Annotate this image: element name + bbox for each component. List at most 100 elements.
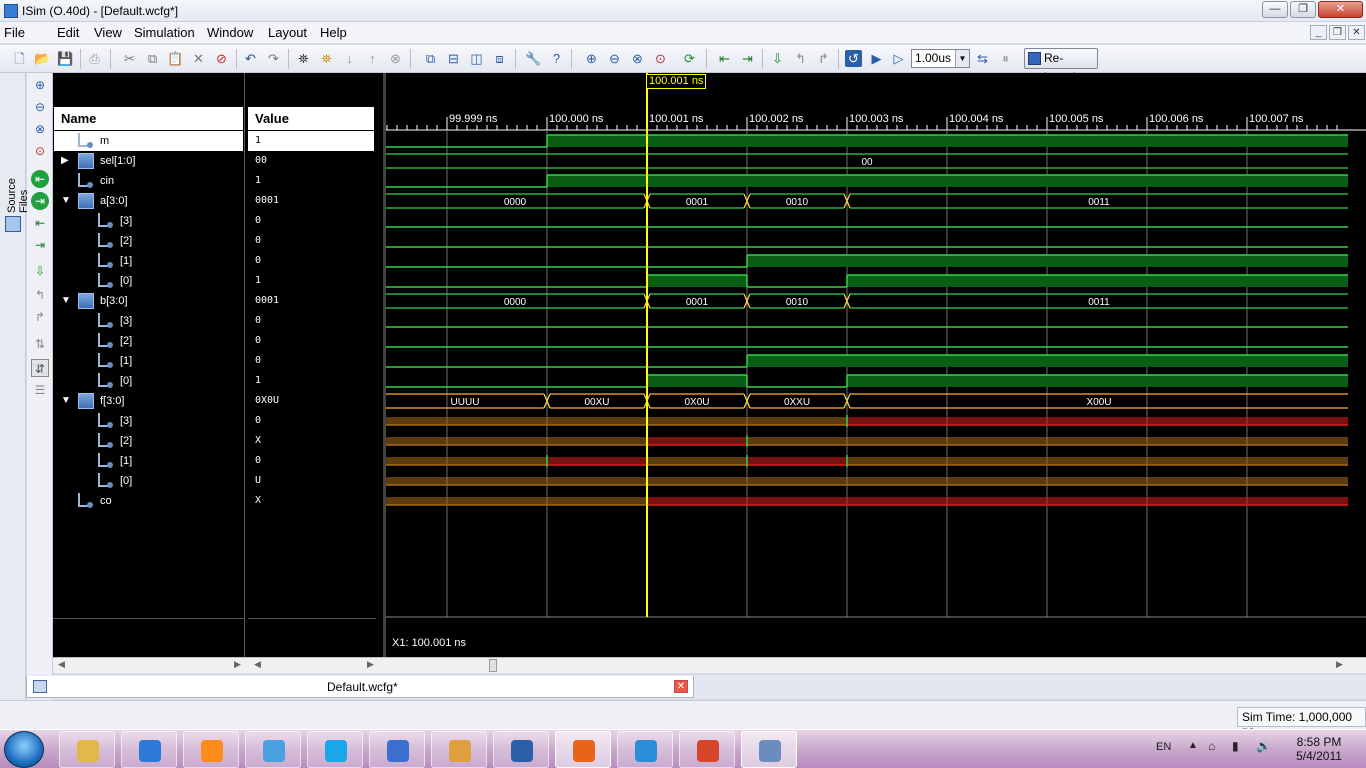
context-help-icon[interactable]: ? [548, 50, 565, 67]
mdi-minimize-button[interactable]: _ [1310, 25, 1327, 40]
clock[interactable]: 8:58 PM 5/4/2011 [1290, 735, 1348, 763]
save-icon[interactable]: 💾 [57, 50, 74, 67]
refresh-icon[interactable]: ⟳ [681, 50, 698, 67]
run-icon[interactable]: ▶ [868, 50, 885, 67]
signal-row[interactable]: co [54, 491, 243, 511]
signal-row[interactable]: [3] [54, 211, 243, 231]
add-marker-icon[interactable]: ⇩ [31, 262, 49, 280]
scroll-right-icon[interactable]: ▶ [234, 659, 241, 670]
stop-icon[interactable]: ⊘ [213, 50, 230, 67]
waveform-canvas[interactable]: 99.999 ns 100.000 ns 100.001 ns 100.002 ns 1… [386, 73, 1366, 673]
name-column-header[interactable]: Name [54, 107, 243, 130]
signal-row[interactable]: [1] [54, 451, 243, 471]
mdi-close-button[interactable]: ✕ [1348, 25, 1365, 40]
maximize-button[interactable]: ❐ [1290, 1, 1316, 18]
step-out-icon[interactable]: ↱ [815, 50, 832, 67]
menu-help[interactable]: Help [320, 25, 347, 40]
value-column-header[interactable]: Value [248, 107, 374, 130]
step-icon[interactable]: ⇩ [769, 50, 786, 67]
explorer-taskbar-button[interactable] [59, 731, 115, 768]
delete-icon[interactable]: ✕ [190, 50, 207, 67]
new-file-icon[interactable]: 🗋 [11, 50, 28, 67]
clear-search-icon[interactable]: ⊗ [387, 50, 404, 67]
zoom-cursor-icon[interactable]: ⊙ [31, 142, 49, 160]
goto-start-icon[interactable]: ⇤ [31, 170, 49, 188]
expand-arrow-icon[interactable]: ▶ [61, 151, 69, 171]
zoom-out-icon[interactable]: ⊖ [606, 50, 623, 67]
find-next-icon[interactable]: ↓ [341, 50, 358, 67]
signal-row[interactable]: [3] [54, 311, 243, 331]
signal-row[interactable]: ▼ f[3:0] [54, 391, 243, 411]
skype-taskbar-button[interactable] [307, 731, 363, 768]
isim-taskbar-button[interactable] [741, 731, 797, 768]
cut-icon[interactable]: ✂ [121, 50, 138, 67]
open-folder-icon[interactable]: 📂 [34, 50, 51, 67]
step-time-icon[interactable]: ⇆ [974, 50, 991, 67]
signal-row[interactable]: [1] [54, 351, 243, 371]
goto-end-icon[interactable]: ⇥ [31, 192, 49, 210]
run-for-time-icon[interactable]: ▷ [890, 50, 907, 67]
signal-row[interactable]: [1] [54, 251, 243, 271]
zoom-in-icon[interactable]: ⊕ [31, 76, 49, 94]
zoom-fit-icon[interactable]: ⊗ [31, 120, 49, 138]
device-icon[interactable]: ⌂ [1208, 739, 1215, 753]
pause-icon[interactable]: ⏸ [997, 50, 1014, 67]
signal-row[interactable]: [2] [54, 431, 243, 451]
next-marker-icon[interactable]: ↱ [31, 308, 49, 326]
scroll-right-icon[interactable]: ▶ [1336, 659, 1343, 670]
waveform-panel[interactable]: 99.999 ns 100.000 ns 100.001 ns 100.002 ns 1… [383, 73, 1366, 673]
menu-view[interactable]: View [94, 25, 122, 40]
network-icon[interactable]: ▮ [1232, 739, 1239, 753]
show-hidden-icons-icon[interactable]: ▲ [1188, 740, 1198, 751]
redo-icon[interactable]: ↷ [265, 50, 282, 67]
tile-vertical-icon[interactable]: ◫ [468, 50, 485, 67]
internet-explorer-taskbar-button[interactable] [121, 731, 177, 768]
run-time-select[interactable]: 1.00us ▼ [911, 49, 970, 68]
prev-transition-icon[interactable]: ⇤ [31, 214, 49, 232]
paste-icon[interactable]: 📋 [167, 50, 184, 67]
undo-icon[interactable]: ↶ [242, 50, 259, 67]
signal-row[interactable]: m [54, 131, 243, 151]
print-icon[interactable]: ⎙ [86, 50, 103, 67]
signal-row[interactable]: ▶ sel[1:0] [54, 151, 243, 171]
prev-marker-icon[interactable]: ↰ [31, 286, 49, 304]
scroll-left-icon[interactable]: ◀ [254, 659, 261, 670]
next-transition-icon[interactable]: ⇥ [31, 236, 49, 254]
zoom-out-icon[interactable]: ⊖ [31, 98, 49, 116]
signal-row[interactable]: cin [54, 171, 243, 191]
firefox-taskbar-button[interactable] [555, 731, 611, 768]
signal-row[interactable]: [2] [54, 331, 243, 351]
scroll-left-icon[interactable]: ◀ [58, 659, 65, 670]
scroll-right-icon[interactable]: ▶ [367, 659, 374, 670]
itunes-taskbar-button[interactable] [369, 731, 425, 768]
restart-icon[interactable]: ⇤ [716, 50, 733, 67]
language-indicator[interactable]: EN [1156, 741, 1171, 753]
tile-horizontal-icon[interactable]: ⊟ [445, 50, 462, 67]
menu-window[interactable]: Window [207, 25, 253, 40]
xilinx-ise-taskbar-button[interactable] [617, 731, 673, 768]
powerpoint-taskbar-button[interactable] [679, 731, 735, 768]
snap-transition-icon[interactable]: ⇵ [31, 359, 49, 377]
signal-row[interactable]: ▼ b[3:0] [54, 291, 243, 311]
menu-simulation[interactable]: Simulation [134, 25, 195, 40]
zoom-fit-icon[interactable]: ⊗ [629, 50, 646, 67]
zoom-cursor-icon[interactable]: ⊙ [652, 50, 669, 67]
cursor-time-label[interactable]: 100.001 ns [646, 74, 707, 89]
relaunch-button[interactable]: Re-launch [1024, 48, 1098, 84]
minimize-button[interactable]: — [1262, 1, 1288, 18]
signal-row[interactable]: [0] [54, 371, 243, 391]
copy-icon[interactable]: ⧉ [144, 50, 161, 67]
collapse-arrow-icon[interactable]: ▼ [61, 291, 71, 311]
volume-icon[interactable]: 🔊 [1256, 739, 1271, 753]
find-previous-icon[interactable]: ↑ [364, 50, 381, 67]
wave-panel-tab-icon[interactable] [5, 216, 21, 232]
paint-taskbar-button[interactable] [431, 731, 487, 768]
floating-ruler-icon[interactable]: ☰ [31, 381, 49, 399]
collapse-arrow-icon[interactable]: ▼ [61, 391, 71, 411]
tab-default-wcfg[interactable]: Default.wcfg* ✕ [26, 676, 694, 698]
collapse-arrow-icon[interactable]: ▼ [61, 191, 71, 211]
step-over-icon[interactable]: ↰ [792, 50, 809, 67]
zoom-in-icon[interactable]: ⊕ [583, 50, 600, 67]
signal-row[interactable]: [2] [54, 231, 243, 251]
find-in-files-icon[interactable]: ⛯ [318, 50, 335, 67]
